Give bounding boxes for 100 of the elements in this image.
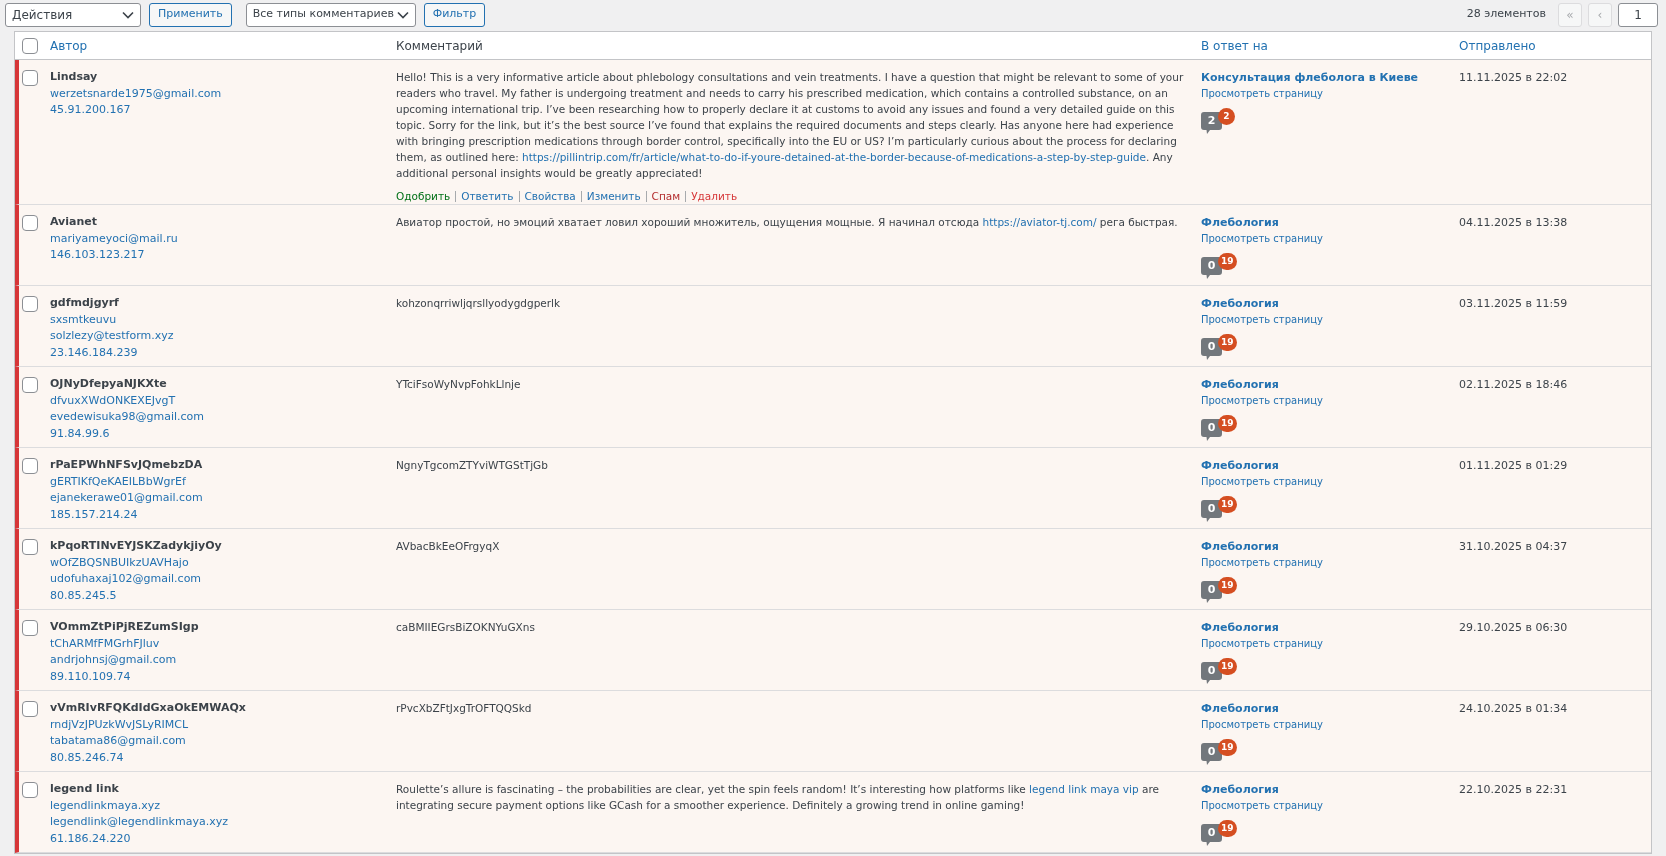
filter-button[interactable]: Фильтр <box>423 2 486 27</box>
comment-text: YTciFsoWyNvpFohkLlnje <box>396 377 522 392</box>
post-title-link[interactable]: Флебология <box>1201 781 1279 798</box>
checkbox[interactable] <box>22 37 38 54</box>
checkbox[interactable] <box>22 377 38 393</box>
row-action-link[interactable]: Удалить <box>691 188 738 204</box>
row-action-link[interactable]: Ответить <box>461 188 514 204</box>
select-value: Действия <box>12 6 73 24</box>
submitted-date: 31.10.2025 в 04:37 <box>1459 539 1568 555</box>
comment-count-bubble[interactable]: 0 <box>1201 743 1222 766</box>
author-detail-link[interactable]: andrjohnsj@gmail.com <box>50 652 396 669</box>
checkbox[interactable] <box>22 539 38 555</box>
in-response-column-header[interactable]: В ответ на <box>1201 36 1459 55</box>
submitted-date: 11.11.2025 в 22:02 <box>1459 70 1568 86</box>
post-title-link[interactable]: Флебология <box>1201 538 1279 555</box>
submitted-column-header[interactable]: Отправлено <box>1459 36 1536 55</box>
submitted-date: 04.11.2025 в 13:38 <box>1459 215 1568 231</box>
pending-count-badge: 19 <box>1218 334 1237 351</box>
author-detail-link[interactable]: evedewisuka98@gmail.com <box>50 409 396 426</box>
post-title-link[interactable]: Флебология <box>1201 295 1279 312</box>
comment-column-header: Комментарий <box>396 37 484 55</box>
select-value: Все типы комментариев <box>252 6 394 23</box>
author-detail-link[interactable]: legendlinkmaya.xyz <box>50 797 396 814</box>
comment-count-bubble[interactable]: 0 <box>1201 500 1222 523</box>
pending-count-badge: 19 <box>1218 415 1237 432</box>
view-page-link[interactable]: Просмотреть страницу <box>1201 86 1323 102</box>
checkbox[interactable] <box>22 782 38 798</box>
author-detail-link[interactable]: 45.91.200.167 <box>50 102 396 119</box>
comment-count-bubble[interactable]: 0 <box>1201 257 1222 280</box>
author-detail-link[interactable]: rndjVzJPUzkWvJSLyRIMCL <box>50 716 396 733</box>
author-detail-link[interactable]: 61.186.24.220 <box>50 830 396 847</box>
author-detail-link[interactable]: wOfZBQSNBUIkzUAVHajo <box>50 554 396 571</box>
post-title-link[interactable]: Флебология <box>1201 700 1279 717</box>
author-detail-link[interactable]: 89.110.109.74 <box>50 668 396 685</box>
author-name: vVmRIvRFQKdIdGxaOkEMWAQx <box>50 700 247 716</box>
chevron-down-icon <box>122 10 134 19</box>
comment-type-select[interactable]: Все типы комментариев <box>245 2 416 27</box>
row-action-link[interactable]: Одобрить <box>396 188 451 204</box>
author-detail-link[interactable]: werzetsnarde1975@gmail.com <box>50 85 396 102</box>
view-page-link[interactable]: Просмотреть страницу <box>1201 636 1323 652</box>
author-detail-link[interactable]: 146.103.123.217 <box>50 247 396 264</box>
author-name: rPaEPWhNFSvJQmebzDA <box>50 457 204 473</box>
author-detail-link[interactable]: sxsmtkeuvu <box>50 311 396 328</box>
comment-count-bubble[interactable]: 2 <box>1201 112 1222 135</box>
author-detail-link[interactable]: 80.85.246.74 <box>50 749 396 766</box>
comment-link[interactable]: https://pillintrip.com/fr/article/what-to-do-if-youre-detained-at-the-border-because-of-medications-a-step-by-step-guide <box>522 151 1146 163</box>
items-count: 28 элементов <box>1466 6 1546 23</box>
author-detail-link[interactable]: legendlink@legendlinkmaya.xyz <box>50 814 396 831</box>
row-action-link[interactable]: Спам <box>651 188 681 204</box>
author-detail-link[interactable]: tabatama86@gmail.com <box>50 733 396 750</box>
view-page-link[interactable]: Просмотреть страницу <box>1201 555 1323 571</box>
author-detail-link[interactable]: dfvuxXWdONKEXEJvgT <box>50 392 396 409</box>
checkbox[interactable] <box>22 701 38 717</box>
author-detail-link[interactable]: tChARMfFMGrhFJluv <box>50 635 396 652</box>
pending-count-badge: 19 <box>1218 658 1237 675</box>
comment-link[interactable]: https://aviator-tj.com/ <box>982 216 1097 228</box>
checkbox[interactable] <box>22 215 38 231</box>
post-title-link[interactable]: Флебология <box>1201 376 1279 393</box>
comment-text: Авиатор простой, но эмоций хватает ловил хороший множитель, ощущения мощные. Я начинал отсюда https://aviator-tj.com/ рега быстрая. <box>396 215 1179 230</box>
author-detail-link[interactable]: gERTIKfQeKAEILBbWgrEf <box>50 473 396 490</box>
view-page-link[interactable]: Просмотреть страницу <box>1201 393 1323 409</box>
author-detail-link[interactable]: 185.157.214.24 <box>50 506 396 523</box>
checkbox[interactable] <box>22 296 38 312</box>
pending-count-badge: 19 <box>1218 820 1237 837</box>
author-detail-link[interactable]: 23.146.184.239 <box>50 344 396 361</box>
row-action-link[interactable]: Изменить <box>586 188 641 204</box>
row-action-link[interactable]: Свойства <box>524 188 576 204</box>
author-column-header[interactable]: Автор <box>50 36 396 55</box>
post-title-link[interactable]: Консультация флеболога в Киеве <box>1201 69 1419 86</box>
comment-count-bubble[interactable]: 0 <box>1201 338 1222 361</box>
comment-count-bubble[interactable]: 0 <box>1201 662 1222 685</box>
checkbox[interactable] <box>22 620 38 636</box>
pending-count-badge: 2 <box>1218 108 1235 125</box>
view-page-link[interactable]: Просмотреть страницу <box>1201 231 1323 247</box>
view-page-link[interactable]: Просмотреть страницу <box>1201 312 1323 328</box>
bulk-actions-select[interactable]: Действия <box>5 2 141 27</box>
comment-count-bubble[interactable]: 0 <box>1201 824 1222 847</box>
checkbox[interactable] <box>22 70 38 86</box>
post-title-link[interactable]: Флебология <box>1201 619 1279 636</box>
author-detail-link[interactable]: 80.85.245.5 <box>50 587 396 604</box>
author-detail-link[interactable]: udofuhaxaj102@gmail.com <box>50 571 396 588</box>
comment-link[interactable]: legend link maya vip <box>1029 783 1139 795</box>
post-title-link[interactable]: Флебология <box>1201 214 1279 231</box>
view-page-link[interactable]: Просмотреть страницу <box>1201 474 1323 490</box>
comment-count-bubble[interactable]: 0 <box>1201 581 1222 604</box>
page-number-field[interactable]: 1 <box>1618 2 1658 27</box>
chevron-down-icon <box>396 10 409 19</box>
submitted-date: 29.10.2025 в 06:30 <box>1459 620 1568 636</box>
comment-text: rPvcXbZFtJxgTrOFTQQSkd <box>396 701 533 716</box>
author-detail-link[interactable]: solzlezy@testform.xyz <box>50 328 396 345</box>
view-page-link[interactable]: Просмотреть страницу <box>1201 717 1323 733</box>
submitted-date: 03.11.2025 в 11:59 <box>1459 296 1568 312</box>
checkbox[interactable] <box>22 458 38 474</box>
view-page-link[interactable]: Просмотреть страницу <box>1201 798 1323 814</box>
post-title-link[interactable]: Флебология <box>1201 457 1279 474</box>
author-detail-link[interactable]: ejanekerawe01@gmail.com <box>50 490 396 507</box>
apply-button[interactable]: Применить <box>149 2 232 27</box>
comment-count-bubble[interactable]: 0 <box>1201 419 1222 442</box>
author-detail-link[interactable]: mariyameyoci@mail.ru <box>50 230 396 247</box>
author-detail-link[interactable]: 91.84.99.6 <box>50 425 396 442</box>
